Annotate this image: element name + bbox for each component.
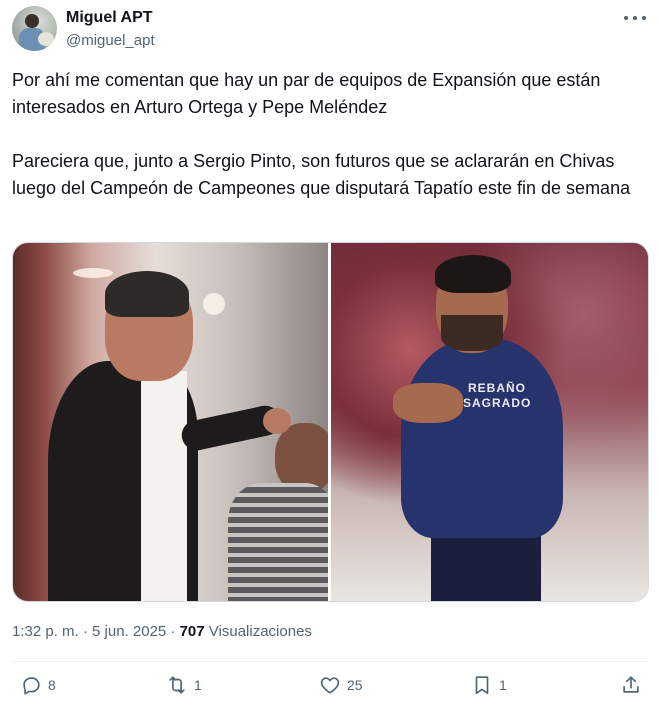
- repost-count: 1: [194, 677, 202, 693]
- views-count: 707: [179, 623, 205, 640]
- ceiling-light: [73, 268, 113, 278]
- tweet-text: Por ahí me comentan que hay un par de eq…: [12, 67, 652, 202]
- media-photo-left[interactable]: [13, 243, 328, 601]
- clapping-hands: [393, 383, 463, 423]
- bookmark-icon: [475, 676, 489, 695]
- avatar[interactable]: [12, 6, 57, 51]
- repost-button[interactable]: 1: [166, 674, 202, 696]
- repost-icon: [169, 676, 185, 694]
- tweet-header: Miguel APT @miguel_apt: [12, 6, 652, 54]
- heart-icon: [320, 677, 340, 694]
- author-handle[interactable]: @miguel_apt: [66, 32, 155, 49]
- coach-hoodie: [401, 338, 563, 538]
- more-options-icon[interactable]: [624, 10, 646, 26]
- bookmark-count: 1: [499, 677, 507, 693]
- like-button[interactable]: 25: [319, 674, 363, 696]
- reply-icon: [23, 677, 40, 695]
- share-icon: [623, 676, 639, 693]
- coach-hair: [105, 271, 189, 317]
- coach-hair: [435, 255, 511, 293]
- reply-button[interactable]: 8: [20, 674, 56, 696]
- share-button[interactable]: [620, 674, 642, 696]
- action-bar: 8 1 25 1: [12, 674, 648, 705]
- ceiling-light: [203, 293, 225, 315]
- tweet-paragraph-1: Por ahí me comentan que hay un par de eq…: [12, 70, 601, 117]
- tweet-media: REBAÑO SAGRADO: [12, 242, 649, 602]
- avatar-dog: [38, 32, 54, 46]
- timestamp[interactable]: 1:32 p. m. · 5 jun. 2025 ·: [12, 623, 180, 640]
- hoodie-lettering: REBAÑO SAGRADO: [463, 381, 532, 410]
- coach-hand: [263, 408, 291, 434]
- tweet-paragraph-2: Pareciera que, junto a Sergio Pinto, son…: [12, 151, 631, 198]
- author-name[interactable]: Miguel APT: [66, 9, 153, 27]
- coach-shirt: [141, 371, 187, 601]
- coach-pants: [431, 528, 541, 601]
- like-count: 25: [347, 677, 363, 693]
- background-person-body: [228, 483, 328, 601]
- views-label: Visualizaciones: [204, 623, 312, 640]
- avatar-head: [25, 14, 39, 28]
- tweet-meta: 1:32 p. m. · 5 jun. 2025 · 707 Visualiza…: [12, 623, 312, 640]
- reply-count: 8: [48, 677, 56, 693]
- divider: [12, 661, 648, 662]
- coach-beard: [441, 315, 503, 351]
- bookmark-button[interactable]: 1: [471, 674, 507, 696]
- media-photo-right[interactable]: REBAÑO SAGRADO: [331, 243, 648, 601]
